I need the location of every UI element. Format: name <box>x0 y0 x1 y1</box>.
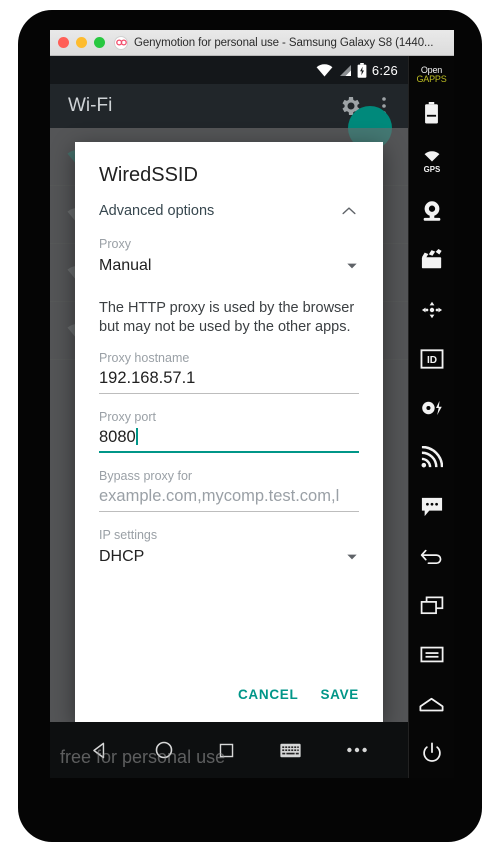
proxy-port-label: Proxy port <box>99 409 156 424</box>
proxy-label: Proxy <box>99 237 131 251</box>
opengapps-icon[interactable]: Open GAPPS <box>416 66 446 84</box>
network-icon <box>421 446 443 468</box>
gm-battery-button[interactable] <box>409 88 455 137</box>
nav-overflow-button[interactable] <box>346 746 368 754</box>
gm-recents-button[interactable] <box>409 581 455 630</box>
nav-recents-button[interactable] <box>218 742 235 759</box>
opengapps-line2: GAPPS <box>416 74 447 84</box>
dialog-title: WiredSSID <box>99 164 198 186</box>
window-titlebar[interactable]: Genymotion for personal use - Samsung Ga… <box>50 30 454 56</box>
more-horizontal-icon <box>346 747 367 753</box>
chevron-up-icon[interactable] <box>339 201 359 221</box>
gm-power-button[interactable] <box>409 729 455 778</box>
ip-settings-value: DHCP <box>99 547 145 565</box>
cancel-button[interactable]: CANCEL <box>238 687 298 702</box>
svg-text:GPS: GPS <box>423 165 440 174</box>
power-icon <box>422 742 441 763</box>
nav-keyboard-button[interactable] <box>280 743 301 758</box>
advanced-options-toggle[interactable]: Advanced options <box>99 201 359 237</box>
bypass-proxy-label: Bypass proxy for <box>99 468 193 483</box>
dialog-body: Advanced options Proxy Manual The HTTP p… <box>75 201 383 677</box>
save-button[interactable]: SAVE <box>320 687 359 702</box>
home-circle-icon <box>155 741 173 759</box>
android-nav-bar <box>50 722 408 778</box>
gm-disk-io-button[interactable] <box>409 384 455 433</box>
phone-sms-icon <box>421 497 442 517</box>
android-status-bar: 6:26 <box>50 56 408 84</box>
bypass-proxy-field-group: Bypass proxy for example.com,mycomp.test… <box>99 469 359 512</box>
keyboard-icon <box>280 743 301 757</box>
home-icon <box>419 697 444 711</box>
cellular-signal-icon <box>339 65 351 76</box>
text-caret <box>135 427 138 445</box>
advanced-options-label: Advanced options <box>99 203 215 219</box>
phone-viewport: 6:26 Wi-Fi WiredSSID Advanced options Pr… <box>50 56 408 778</box>
gm-phone-sms-button[interactable] <box>409 482 455 531</box>
bypass-proxy-input[interactable]: example.com,mycomp.test.com,l <box>99 485 359 512</box>
chevron-down-icon[interactable] <box>345 550 359 564</box>
gm-back-button[interactable] <box>409 532 455 581</box>
gm-camera-button[interactable] <box>409 187 455 236</box>
wifi-icon <box>316 64 333 77</box>
ip-settings-label: IP settings <box>99 527 158 542</box>
menu-icon <box>420 646 443 663</box>
gps-icon: GPS <box>423 151 440 174</box>
proxy-port-field-group: Proxy port 8080 <box>99 410 359 453</box>
disk-io-icon <box>421 401 442 416</box>
genymotion-logo-icon <box>114 35 128 50</box>
identifiers-icon: ID <box>420 349 443 369</box>
camera-icon <box>423 201 440 221</box>
gm-identifiers-button[interactable]: ID <box>409 334 455 383</box>
proxy-hostname-input[interactable]: 192.168.57.1 <box>99 367 359 394</box>
proxy-spinner[interactable]: Manual <box>99 253 359 285</box>
chevron-down-icon[interactable] <box>345 259 359 273</box>
proxy-hostname-field-group: Proxy hostname 192.168.57.1 <box>99 351 359 394</box>
window-minimize-button[interactable] <box>76 37 87 48</box>
window-title: Genymotion for personal use - Samsung Ga… <box>134 36 434 49</box>
status-clock: 6:26 <box>371 62 398 78</box>
genymotion-window: Genymotion for personal use - Samsung Ga… <box>50 30 454 778</box>
battery-widget-icon <box>425 101 438 124</box>
window-close-button[interactable] <box>58 37 69 48</box>
dpad-icon <box>421 301 442 319</box>
svg-text:ID: ID <box>426 355 436 366</box>
ip-settings-spinner[interactable]: DHCP <box>99 544 359 576</box>
wifi-config-dialog: WiredSSID Advanced options Proxy Manual <box>75 142 383 722</box>
proxy-port-input[interactable]: 8080 <box>99 426 359 453</box>
page-title: Wi-Fi <box>68 95 113 116</box>
gm-screen-recorder-button[interactable] <box>409 236 455 285</box>
back-triangle-icon <box>93 742 105 758</box>
gm-menu-button[interactable] <box>409 630 455 679</box>
gm-home-button[interactable] <box>409 679 455 728</box>
recents-icon <box>420 596 443 615</box>
proxy-helper-text: The HTTP proxy is used by the browser bu… <box>99 300 355 335</box>
battery-charging-icon <box>357 62 367 78</box>
proxy-hostname-label: Proxy hostname <box>99 350 190 365</box>
recents-square-icon <box>220 743 234 757</box>
back-arrow-icon <box>420 549 441 565</box>
genymotion-widget-toolbar: Open GAPPS GPS ID <box>408 56 454 778</box>
gm-multitouch-button[interactable] <box>409 285 455 334</box>
proxy-value: Manual <box>99 257 152 274</box>
window-maximize-button[interactable] <box>94 37 105 48</box>
proxy-port-value: 8080 <box>99 427 136 446</box>
gm-network-button[interactable] <box>409 433 455 482</box>
clapperboard-icon <box>421 249 442 269</box>
android-screen: 6:26 Wi-Fi WiredSSID Advanced options Pr… <box>50 56 454 778</box>
nav-back-button[interactable] <box>90 741 109 760</box>
dialog-actions: CANCEL SAVE <box>75 677 383 722</box>
gm-gps-button[interactable]: GPS <box>409 137 455 186</box>
nav-home-button[interactable] <box>154 740 174 760</box>
